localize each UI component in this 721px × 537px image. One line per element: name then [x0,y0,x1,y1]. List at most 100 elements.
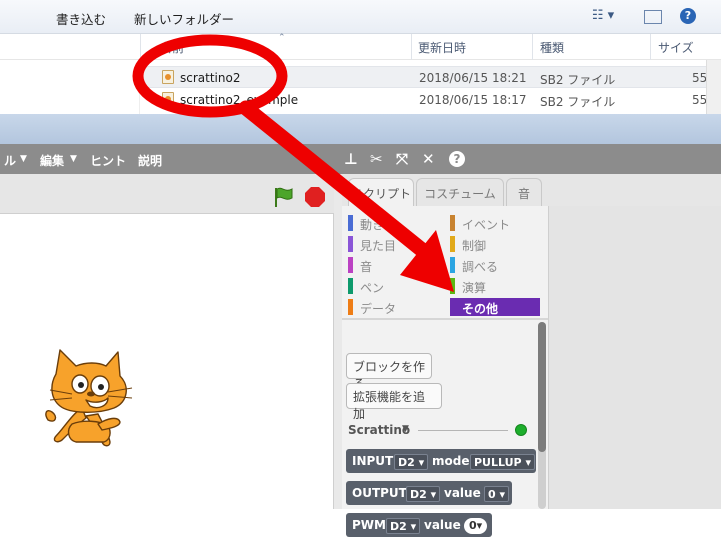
grow-icon[interactable]: ⤧ [396,150,408,168]
block-param: mode [432,454,470,468]
vertical-scrollbar[interactable] [706,60,721,114]
category-color-swatch [450,236,455,252]
file-row[interactable]: scrattino2_example 2018/06/15 18:17 SB2 … [140,89,721,111]
modified-column-header[interactable]: 更新日時 [418,39,466,56]
tab-sounds[interactable]: 音 [506,178,542,206]
sb2-file-icon [162,70,174,84]
chevron-down-icon: ▼ [20,154,27,164]
sort-ascending-icon: ⌃ [278,33,286,43]
value-input[interactable]: 0▾ [464,518,488,534]
category-label: 調べる [462,260,499,274]
category-label: データ [360,302,397,316]
file-menu[interactable]: ル [4,152,16,169]
value-value: 0 [488,488,496,501]
stop-icon[interactable] [304,186,326,208]
value-value: 0 [469,519,477,532]
block-help-icon[interactable]: ? [449,151,465,167]
cut-scissors-icon[interactable]: ✂ [370,150,383,168]
file-explorer-window: 書き込む 新しいフォルダー ☷ ▾ ? 名前 ⌃ 更新日時 種類 サイズ scr… [0,0,721,118]
file-name: scrattino2 [180,71,241,85]
tips-menu[interactable]: ヒント [90,152,126,169]
category-color-swatch [348,236,353,252]
pane-splitter [334,174,342,509]
chevron-down-icon[interactable]: ▼ [402,424,409,434]
add-extension-button[interactable]: 拡張機能を追加 [346,383,442,421]
category-operators[interactable]: 演算 [450,277,542,295]
column-divider[interactable] [411,34,412,60]
column-divider[interactable] [650,34,651,60]
file-type: SB2 ファイル [540,95,616,109]
category-color-swatch [348,215,353,231]
category-color-swatch [348,278,353,294]
make-a-block-button[interactable]: ブロックを作る [346,353,432,391]
burn-button[interactable]: 書き込む [56,9,106,28]
about-menu[interactable]: 説明 [138,152,162,169]
output-block[interactable]: OUTPUT D2 ▾ value 0 ▾ [346,481,512,505]
tab-costumes[interactable]: コスチューム [416,178,504,206]
shrink-icon[interactable]: ✕ [422,150,435,168]
extension-divider [418,430,508,431]
block-label: PWM [352,518,386,532]
column-divider[interactable] [140,34,141,60]
preview-pane-icon[interactable] [644,10,662,24]
help-icon[interactable]: ? [680,8,696,24]
category-label: 制御 [462,239,487,253]
pin-value: D2 [410,488,427,501]
scratch-cat-sprite[interactable] [42,344,142,452]
explorer-toolbar: 書き込む 新しいフォルダー ☷ ▾ ? [0,0,721,34]
category-label: ペン [360,281,385,295]
size-column-header[interactable]: サイズ [658,39,694,56]
category-events[interactable]: イベント [450,214,542,232]
category-label: 動き [360,218,385,232]
extension-name: Scrattino [348,423,411,437]
pin-dropdown[interactable]: D2 ▾ [394,454,429,470]
file-row[interactable]: scrattino2 2018/06/15 18:21 SB2 ファイル 55 … [140,66,721,88]
editor-tabs: スクリプト コスチューム 音 [342,174,721,206]
value-dropdown[interactable]: 0 ▾ [484,486,510,502]
category-color-swatch [348,299,353,315]
name-column-header[interactable]: 名前 [160,39,184,56]
pin-dropdown[interactable]: D2 ▾ [386,518,421,534]
palette-scrollbar[interactable] [538,322,546,509]
category-pen[interactable]: ペン [348,277,440,295]
input-block[interactable]: INPUT D2 ▾ mode PULLUP ▾ [346,449,536,473]
tab-scripts[interactable]: スクリプト [348,178,414,206]
file-name: scrattino2_example [180,93,299,107]
file-type: SB2 ファイル [540,73,616,87]
type-column-header[interactable]: 種類 [540,39,564,56]
category-control[interactable]: 制御 [450,235,542,253]
palette-divider [342,318,548,320]
category-more-blocks[interactable]: その他 [450,298,540,316]
category-label: 見た目 [360,239,397,253]
column-divider[interactable] [532,34,533,60]
scratch-titlebar [0,114,721,144]
category-data[interactable]: データ [348,298,440,316]
category-sound[interactable]: 音 [348,256,440,274]
scrollbar-thumb[interactable] [538,322,546,452]
block-param: value [444,486,481,500]
pin-value: D2 [398,456,415,469]
duplicate-stamp-icon[interactable]: ⊥ [344,150,358,168]
pin-dropdown[interactable]: D2 ▾ [406,486,441,502]
block-param: value [424,518,461,532]
file-modified: 2018/06/15 18:21 [419,71,527,85]
green-flag-icon[interactable] [272,186,294,208]
pwm-block[interactable]: PWM D2 ▾ value 0▾ [346,513,492,537]
column-headers: 名前 ⌃ 更新日時 種類 サイズ [0,33,721,60]
file-modified: 2018/06/15 18:17 [419,93,527,107]
scratch-menubar: ル ▼ 編集 ▼ ヒント 説明 ⊥ ✂ ⤧ ✕ ? [0,144,721,174]
category-motion[interactable]: 動き [348,214,440,232]
script-area[interactable] [548,206,721,509]
new-folder-button[interactable]: 新しいフォルダー [134,9,234,28]
block-label: INPUT [352,454,394,468]
category-sensing[interactable]: 調べる [450,256,542,274]
view-options-icon[interactable]: ☷ ▾ [586,8,620,24]
category-looks[interactable]: 見た目 [348,235,440,253]
block-label: OUTPUT [352,486,407,500]
stage-canvas[interactable] [0,214,334,509]
navigation-pane[interactable] [0,60,140,118]
edit-menu[interactable]: 編集 [40,152,64,169]
category-label: その他 [462,302,499,316]
chevron-down-icon: ▼ [70,154,77,164]
mode-dropdown[interactable]: PULLUP ▾ [470,454,535,470]
